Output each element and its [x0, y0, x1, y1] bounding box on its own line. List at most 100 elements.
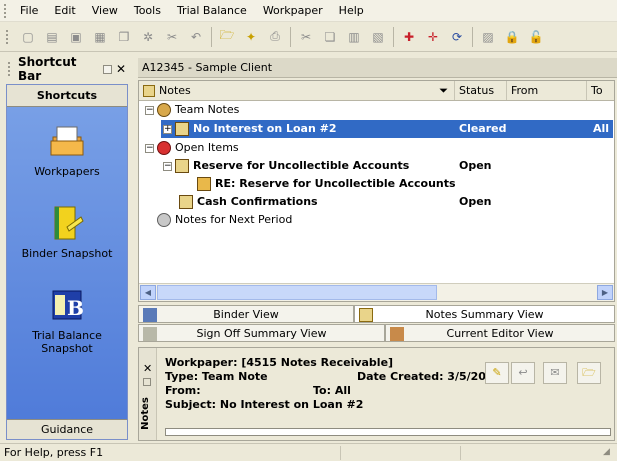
column-header-status[interactable]: Status [455, 81, 507, 100]
trial-balance-snapshot-icon: B [47, 285, 87, 325]
unlock-icon[interactable]: 🔓 [526, 27, 546, 47]
note-date-created: Date Created: 3/5/200 [357, 370, 494, 383]
close-icon[interactable]: ✕ [116, 62, 126, 76]
tree-node-next-period[interactable]: Notes for Next Period [157, 211, 292, 229]
reply-note-icon [197, 177, 211, 191]
toolbar-separator [290, 26, 291, 47]
new-doc-icon[interactable]: ▢ [18, 27, 38, 47]
shortcut-label: Binder Snapshot [21, 247, 113, 260]
scroll-right-icon[interactable]: ▶ [597, 285, 613, 300]
insert-red-icon[interactable]: ✚ [399, 27, 419, 47]
resize-grip-icon[interactable]: ◢ [603, 447, 615, 459]
notes-tree: − Team Notes + No Interest on Loan #2 Clea… [139, 101, 614, 283]
scroll-left-icon[interactable]: ◀ [140, 285, 156, 300]
shortcuts-panel: Shortcuts Workpapers Binder Snapshot B T… [6, 84, 128, 440]
toolbar-separator [393, 26, 394, 47]
horizontal-scrollbar[interactable]: ◀ ▶ [139, 283, 614, 301]
status-panel [460, 446, 560, 460]
tree-node-team-notes[interactable]: − Team Notes [145, 101, 239, 119]
notes-icon [143, 85, 155, 97]
column-header-from[interactable]: From [507, 81, 587, 100]
cut-icon[interactable]: ✂ [162, 27, 182, 47]
team-notes-icon [157, 103, 171, 117]
insert-red-2-icon[interactable]: ✛ [423, 27, 443, 47]
shortcuts-title[interactable]: Shortcuts [7, 85, 127, 107]
menu-workpaper[interactable]: Workpaper [257, 2, 329, 19]
notes-pane-sidebar: ✕ Notes [139, 348, 157, 440]
note-workpaper: Workpaper: [4515 Notes Receivable] [165, 356, 394, 369]
status-text: For Help, press F1 [4, 446, 104, 459]
menu-view[interactable]: View [86, 2, 124, 19]
status-cell: Open [459, 195, 492, 208]
editor-icon [390, 327, 404, 341]
paste-gray-icon[interactable]: ▥ [344, 27, 364, 47]
shortcut-label: Workpapers [34, 165, 100, 178]
status-cell: Open [459, 159, 492, 172]
to-cell: All [593, 122, 610, 135]
shortcut-workpapers[interactable]: Workpapers [7, 121, 127, 178]
folder-star-icon[interactable]: ✦ [241, 27, 261, 47]
notes-icon [359, 308, 373, 322]
edit-note-icon[interactable]: ✎ [485, 362, 509, 384]
menu-file[interactable]: File [14, 2, 44, 19]
guidance-button[interactable]: Guidance [7, 419, 127, 439]
tb-properties-icon[interactable]: ▧ [368, 27, 388, 47]
forward-note-icon[interactable]: ✉ [543, 362, 567, 384]
status-cell: Cleared [459, 122, 507, 135]
collapse-icon[interactable]: − [163, 161, 172, 171]
table-row-no-interest[interactable]: + No Interest on Loan #2 Cleared All [163, 120, 613, 138]
refresh-icon[interactable]: ⟳ [447, 27, 467, 47]
tab-notes-summary-view[interactable]: Notes Summary View [354, 305, 615, 323]
copy-gray-icon[interactable]: ❏ [320, 27, 340, 47]
menu-tools[interactable]: Tools [128, 2, 167, 19]
menu-edit[interactable]: Edit [48, 2, 81, 19]
note-text-field[interactable] [165, 428, 611, 436]
pin-icon[interactable] [102, 64, 112, 74]
dock-icon[interactable] [143, 378, 151, 386]
note-type: Type: Team Note [165, 370, 268, 383]
paste-icon[interactable]: ✲ [138, 27, 158, 47]
note-icon [179, 195, 193, 209]
table-row-reserve[interactable]: − Reserve for Uncollectible Accounts Open [163, 157, 613, 175]
tree-node-open-items[interactable]: − Open Items [145, 139, 239, 157]
tab-current-editor-view[interactable]: Current Editor View [385, 324, 615, 342]
table-row-re-reserve[interactable]: RE: Reserve for Uncollectible Accounts [197, 175, 456, 193]
scrollbar-thumb[interactable] [157, 285, 437, 300]
table-row-cash[interactable]: Cash Confirmations Open [179, 193, 613, 211]
note-icon [175, 159, 189, 173]
close-icon[interactable]: ✕ [143, 362, 152, 375]
shortcut-binder-snapshot[interactable]: Binder Snapshot [7, 203, 127, 260]
print-icon[interactable]: ▦ [90, 27, 110, 47]
lock-icon[interactable]: 🔒 [502, 27, 522, 47]
print-gray-icon[interactable]: ⎙ [265, 27, 285, 47]
open-folder-icon[interactable]: 🗁 [577, 362, 601, 384]
tab-binder-view[interactable]: Binder View [138, 305, 354, 323]
copy-icon[interactable]: ❐ [114, 27, 134, 47]
menu-bar: File Edit View Tools Trial Balance Workp… [0, 0, 617, 22]
collapse-icon[interactable]: − [145, 105, 154, 115]
column-header-to[interactable]: To [587, 81, 614, 100]
menu-trial-balance[interactable]: Trial Balance [171, 2, 253, 19]
note-from: From: [165, 384, 201, 397]
expand-icon[interactable]: + [163, 124, 172, 134]
shortcut-bar-grip[interactable] [8, 62, 12, 76]
toolbar-separator [211, 26, 212, 47]
tb-book-icon[interactable]: ▨ [478, 27, 498, 47]
toolbar-grip[interactable] [6, 29, 10, 44]
column-header-notes[interactable]: Notes ⏷ [139, 81, 455, 100]
shortcut-bar-header: Shortcut Bar ✕ [0, 55, 132, 83]
shortcut-trial-balance-snapshot[interactable]: B Trial Balance Snapshot [7, 285, 127, 355]
open-folder-icon[interactable]: 🗁 [217, 27, 237, 47]
open-doc-icon[interactable]: ▤ [42, 27, 62, 47]
filter-icon[interactable]: ⏷ [439, 81, 448, 101]
menu-help[interactable]: Help [333, 2, 370, 19]
menu-grip[interactable] [4, 3, 8, 18]
tab-sign-off-summary-view[interactable]: Sign Off Summary View [138, 324, 385, 342]
scissors-icon[interactable]: ✂ [296, 27, 316, 47]
reply-note-icon[interactable]: ↩ [511, 362, 535, 384]
collapse-icon[interactable]: − [145, 143, 154, 153]
undo-icon[interactable]: ↶ [186, 27, 206, 47]
notes-tree-view[interactable]: Notes ⏷ Status From To − Team Notes + No I… [138, 80, 615, 302]
save-doc-icon[interactable]: ▣ [66, 27, 86, 47]
sign-off-icon [143, 327, 157, 341]
